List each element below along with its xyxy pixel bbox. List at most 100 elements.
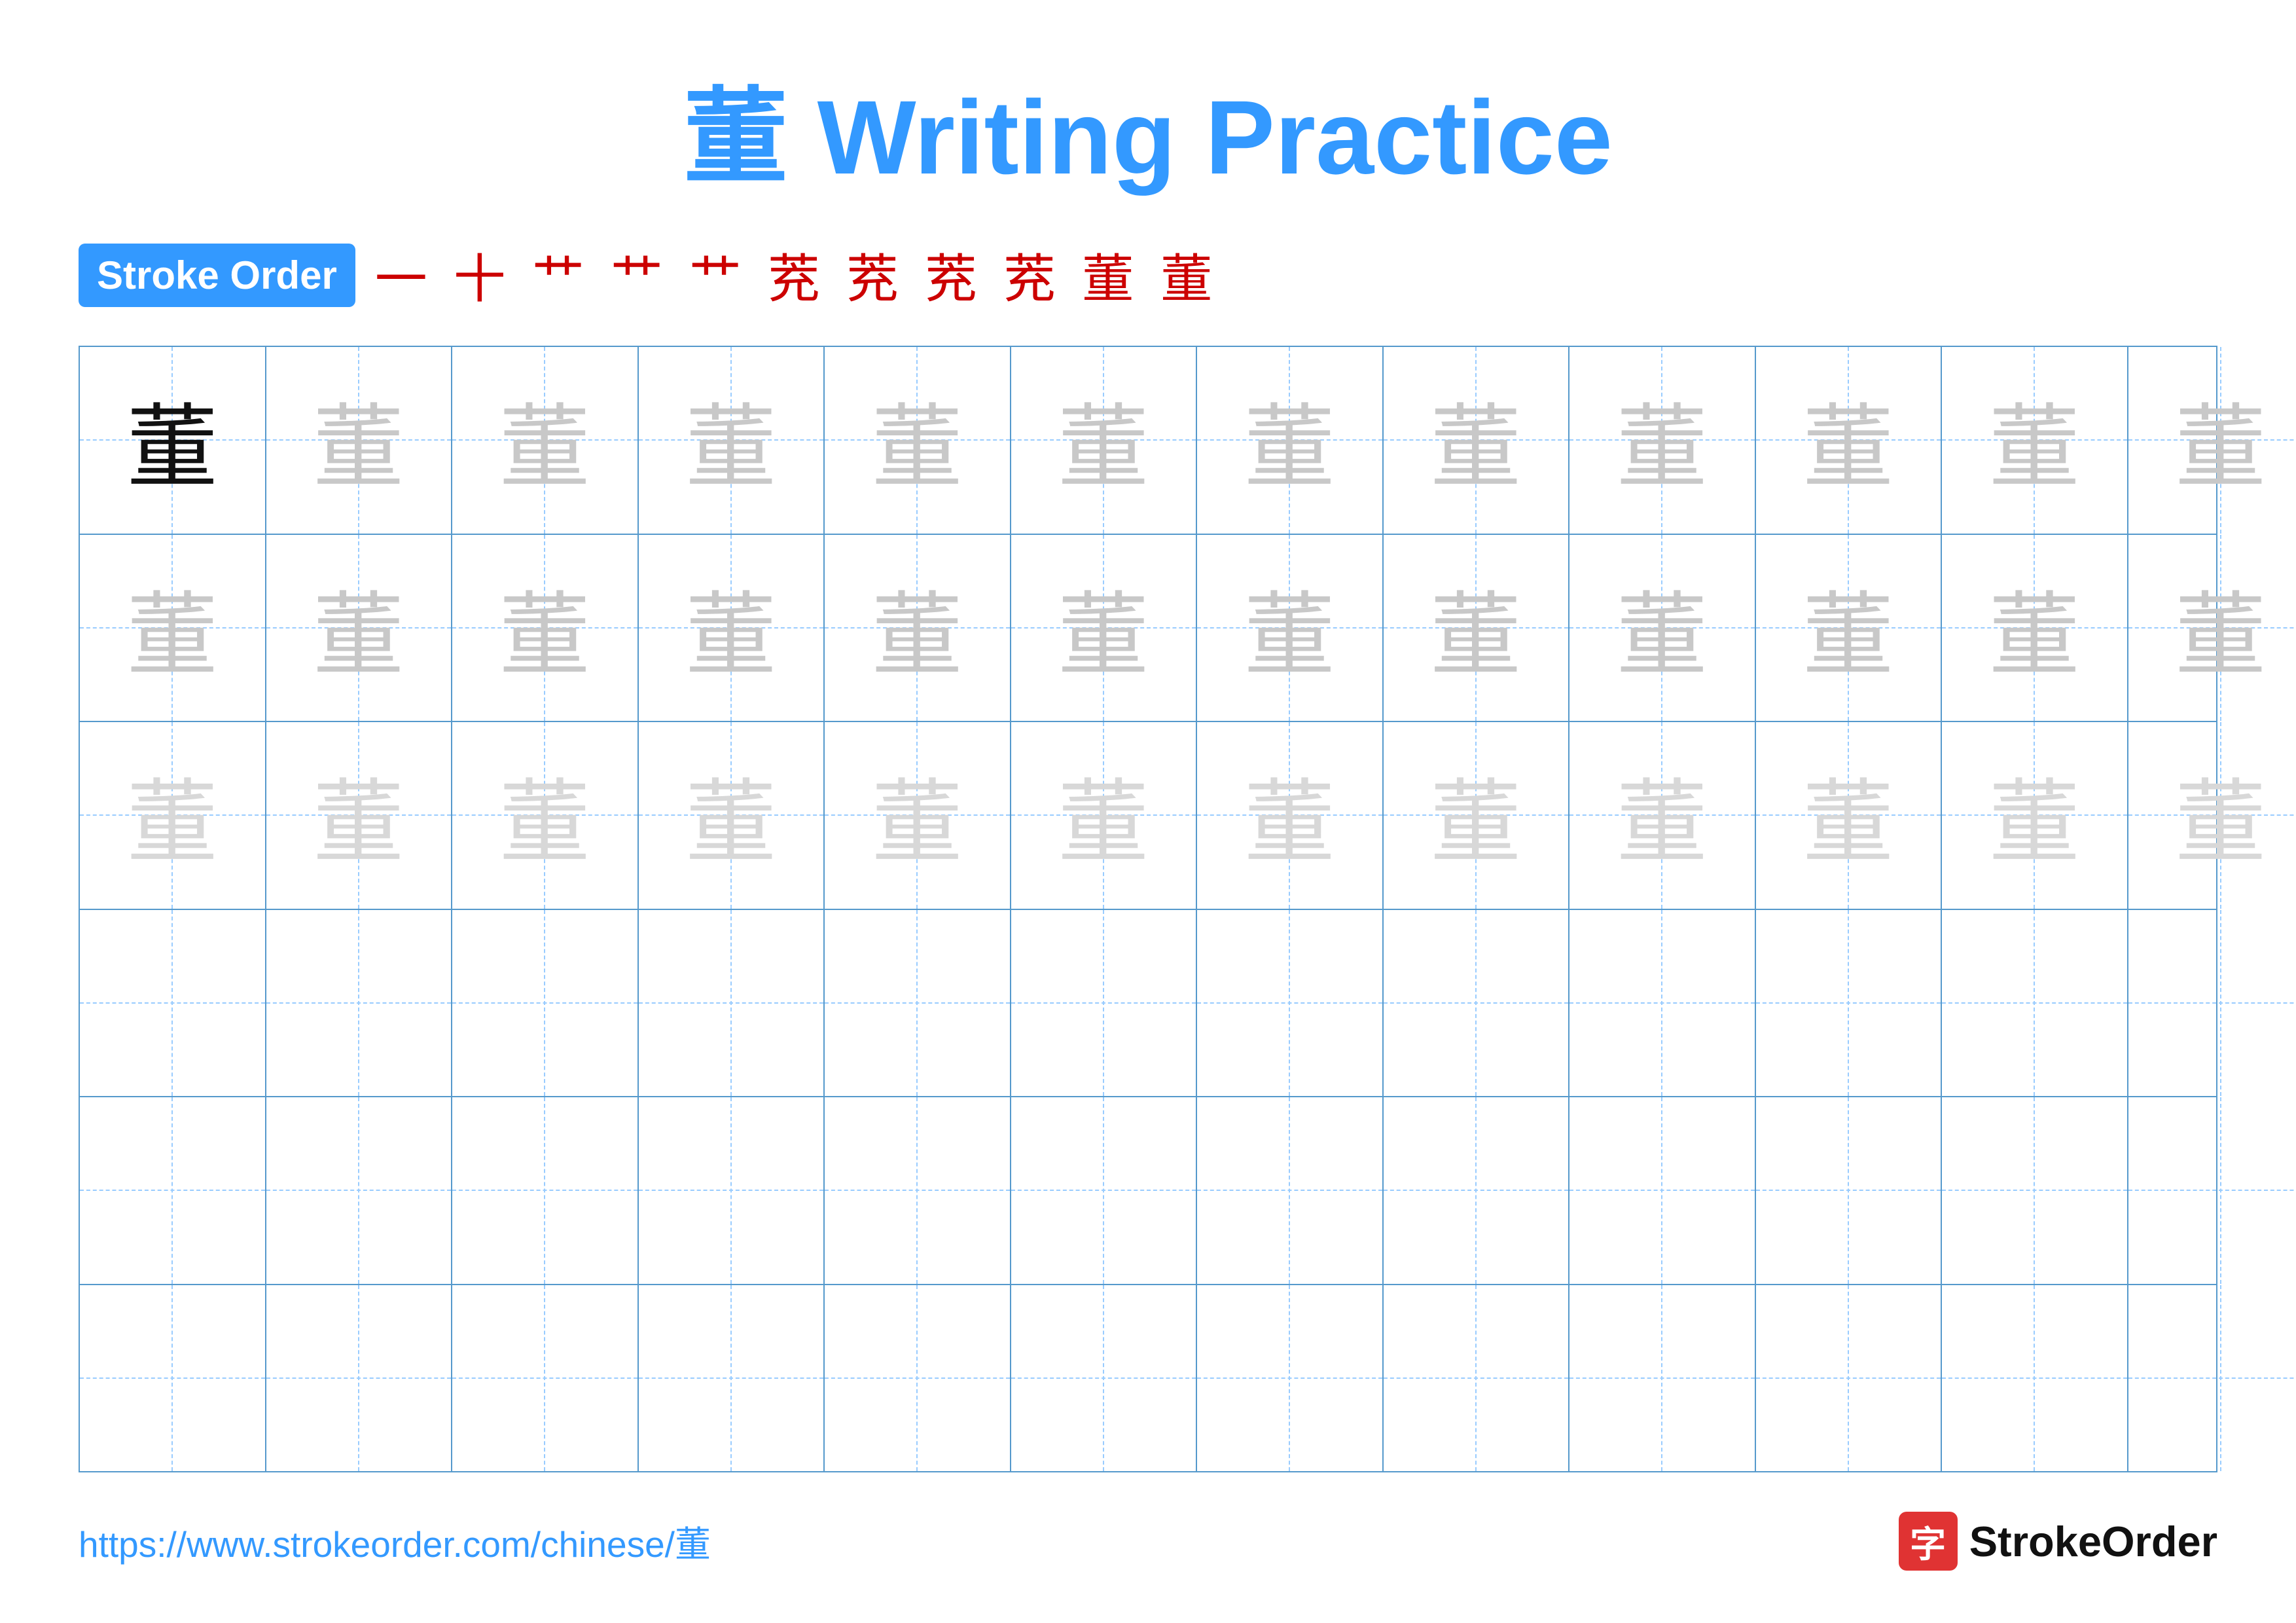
char-lighter: 董: [1803, 749, 1894, 881]
stroke-step-7: 茺: [846, 237, 899, 313]
char-light: 董: [2175, 374, 2267, 506]
grid-cell[interactable]: [2128, 910, 2296, 1097]
grid-cell[interactable]: [452, 1097, 639, 1284]
grid-cell[interactable]: 董: [639, 722, 825, 909]
grid-cell[interactable]: [80, 910, 266, 1097]
grid-cell[interactable]: [825, 910, 1011, 1097]
page: 董 Writing Practice Stroke Order 一 十 艹 艹 …: [0, 0, 2296, 1623]
char-light: 董: [313, 374, 404, 506]
grid-cell[interactable]: 董: [1570, 535, 1756, 721]
grid-cell[interactable]: 董: [1384, 347, 1570, 534]
grid-cell[interactable]: 董: [1942, 722, 2128, 909]
grid-cell[interactable]: 董: [1384, 535, 1570, 721]
grid-cell[interactable]: [452, 910, 639, 1097]
char-light: 董: [1244, 374, 1335, 506]
grid-cell[interactable]: 董: [1384, 722, 1570, 909]
grid-cell[interactable]: 董: [1197, 722, 1384, 909]
grid-cell[interactable]: [1942, 910, 2128, 1097]
grid-cell[interactable]: [452, 1285, 639, 1472]
grid-cell[interactable]: [1942, 1285, 2128, 1472]
char-light: 董: [1430, 562, 1522, 694]
grid-cell[interactable]: 董: [825, 535, 1011, 721]
char-lighter: 董: [1244, 749, 1335, 881]
grid-cell[interactable]: 董: [1942, 535, 2128, 721]
grid-cell[interactable]: 董: [2128, 347, 2296, 534]
grid-cell[interactable]: 董: [825, 722, 1011, 909]
grid-cell[interactable]: 董: [266, 722, 453, 909]
char-lighter: 董: [1058, 749, 1149, 881]
title-chinese: 董: [683, 79, 788, 196]
grid-cell[interactable]: [1942, 1097, 2128, 1284]
stroke-step-1: 一: [375, 237, 427, 313]
grid-cell[interactable]: 董: [1942, 347, 2128, 534]
grid-cell[interactable]: 董: [452, 347, 639, 534]
grid-cell[interactable]: [1384, 910, 1570, 1097]
grid-cell[interactable]: [80, 1097, 266, 1284]
footer-logo-text: StrokeOrder: [1969, 1517, 2217, 1566]
grid-cell[interactable]: 董: [2128, 722, 2296, 909]
grid-cell[interactable]: 董: [452, 535, 639, 721]
grid-cell[interactable]: 董: [639, 535, 825, 721]
stroke-step-3: 艹: [532, 237, 584, 313]
grid-cell[interactable]: [1756, 910, 1943, 1097]
grid-cell[interactable]: 董: [1011, 347, 1198, 534]
grid-cell[interactable]: 董: [2128, 535, 2296, 721]
grid-cell[interactable]: 董: [80, 535, 266, 721]
grid-row-3: 董 董 董 董 董 董 董 董 董 董 董 董 董: [80, 722, 2216, 910]
grid-cell[interactable]: [1197, 910, 1384, 1097]
grid-cell[interactable]: [1011, 1285, 1198, 1472]
grid-cell[interactable]: [639, 910, 825, 1097]
char-lighter: 董: [2175, 749, 2267, 881]
char-light: 董: [871, 374, 963, 506]
grid-cell[interactable]: [1384, 1097, 1570, 1284]
grid-cell[interactable]: 董: [639, 347, 825, 534]
grid-cell[interactable]: [266, 1097, 453, 1284]
grid-cell[interactable]: [1011, 910, 1198, 1097]
char-light: 董: [1803, 562, 1894, 694]
char-light: 董: [685, 374, 777, 506]
grid-cell[interactable]: 董: [1570, 347, 1756, 534]
grid-cell[interactable]: 董: [1756, 347, 1943, 534]
stroke-step-10: 董: [1082, 237, 1134, 313]
grid-cell[interactable]: 董: [266, 535, 453, 721]
grid-cell[interactable]: [1756, 1285, 1943, 1472]
stroke-step-11: 董: [1160, 237, 1213, 313]
grid-cell[interactable]: [825, 1285, 1011, 1472]
grid-cell[interactable]: [266, 1285, 453, 1472]
char-light: 董: [1616, 562, 1708, 694]
stroke-order-row: Stroke Order 一 十 艹 艹 艹 茺 茺 茺 茺 董 董: [79, 237, 2217, 313]
grid-cell[interactable]: [639, 1097, 825, 1284]
grid-cell[interactable]: 董: [80, 722, 266, 909]
grid-cell[interactable]: [825, 1097, 1011, 1284]
grid-cell[interactable]: 董: [80, 347, 266, 534]
grid-cell[interactable]: [2128, 1097, 2296, 1284]
grid-cell[interactable]: [1384, 1285, 1570, 1472]
grid-cell[interactable]: 董: [1570, 722, 1756, 909]
char-light: 董: [1803, 374, 1894, 506]
grid-cell[interactable]: [1197, 1285, 1384, 1472]
grid-cell[interactable]: [2128, 1285, 2296, 1472]
grid-cell[interactable]: 董: [1011, 535, 1198, 721]
grid-cell[interactable]: 董: [266, 347, 453, 534]
grid-cell[interactable]: 董: [452, 722, 639, 909]
grid-cell[interactable]: [1197, 1097, 1384, 1284]
footer-url[interactable]: https://www.strokeorder.com/chinese/董: [79, 1515, 711, 1567]
grid-cell[interactable]: [1570, 1097, 1756, 1284]
stroke-order-badge: Stroke Order: [79, 244, 355, 307]
grid-cell[interactable]: [1011, 1097, 1198, 1284]
grid-cell[interactable]: 董: [1011, 722, 1198, 909]
grid-cell[interactable]: 董: [1197, 535, 1384, 721]
writing-grid[interactable]: 董 董 董 董 董 董 董 董 董 董 董 董 董 董 董 董 董 董 董 董 …: [79, 346, 2217, 1472]
grid-cell[interactable]: 董: [1756, 535, 1943, 721]
grid-cell[interactable]: [80, 1285, 266, 1472]
char-light: 董: [1244, 562, 1335, 694]
grid-cell[interactable]: [1570, 1285, 1756, 1472]
grid-cell[interactable]: 董: [1756, 722, 1943, 909]
grid-cell[interactable]: 董: [825, 347, 1011, 534]
grid-cell[interactable]: [1570, 910, 1756, 1097]
grid-cell[interactable]: [639, 1285, 825, 1472]
grid-cell[interactable]: [1756, 1097, 1943, 1284]
grid-cell[interactable]: [266, 910, 453, 1097]
grid-cell[interactable]: 董: [1197, 347, 1384, 534]
char-lighter: 董: [1988, 749, 2080, 881]
